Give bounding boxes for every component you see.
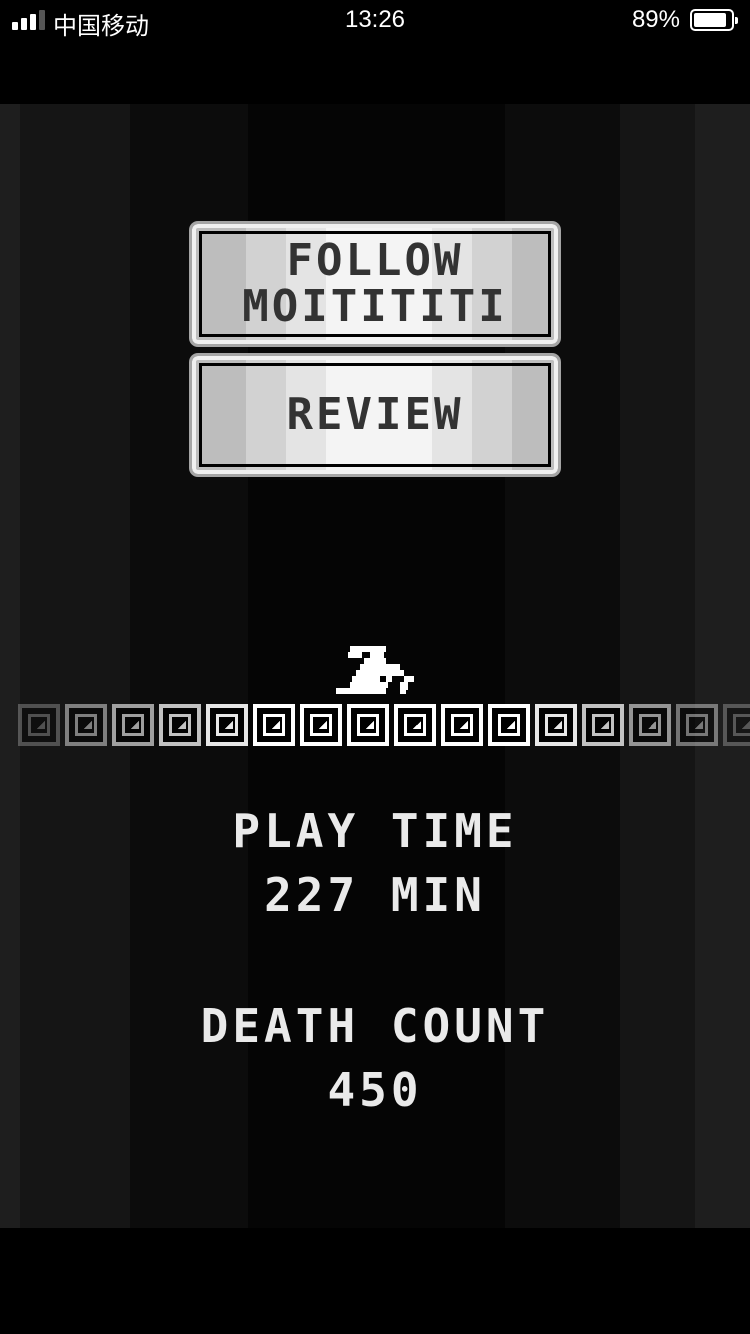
follow-button[interactable]: FOLLOW MOITITITI (192, 224, 558, 344)
floor-tile (206, 704, 248, 746)
battery-icon (690, 9, 738, 31)
floor-tile (18, 704, 60, 746)
follow-button-line1: FOLLOW (286, 235, 464, 286)
review-button[interactable]: REVIEW (192, 356, 558, 474)
floor-tile (629, 704, 671, 746)
floor-tile (65, 704, 107, 746)
death-count-value: 450 (327, 1063, 423, 1117)
floor-tile (394, 704, 436, 746)
play-time-value: 227 MIN (264, 868, 486, 922)
follow-button-line2: MOITITITI (242, 281, 508, 332)
floor-tile (253, 704, 295, 746)
floor-tile (676, 704, 718, 746)
tile-floor (18, 704, 750, 746)
play-time-label: PLAY TIME (232, 804, 518, 858)
battery-level (694, 13, 727, 27)
battery-percent: 89% (631, 6, 680, 33)
floor-tile (112, 704, 154, 746)
game-area: FOLLOW MOITITITI REVIEW PLAY TIME 227 MI (0, 104, 750, 1228)
floor-tile (488, 704, 530, 746)
floor-tile (535, 704, 577, 746)
floor-tile (723, 704, 750, 746)
player-character-icon (336, 646, 414, 694)
floor-tile (159, 704, 201, 746)
review-button-label: REVIEW (286, 389, 464, 440)
floor-tile (582, 704, 624, 746)
status-bar: 中国移动 13:26 89% (0, 0, 750, 40)
floor-tile (441, 704, 483, 746)
game-screen: 中国移动 13:26 89% FOLLOW MOITITITI REVIEW P… (0, 0, 750, 1334)
floor-tile (347, 704, 389, 746)
death-count-label: DEATH COUNT (200, 999, 550, 1053)
floor-tile (300, 704, 342, 746)
